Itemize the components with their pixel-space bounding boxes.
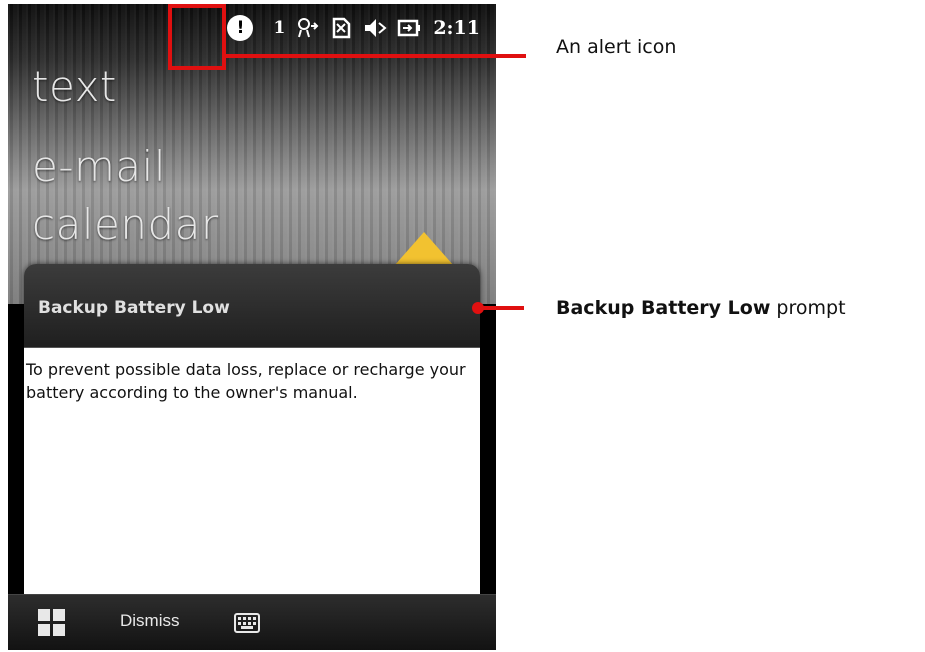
notification-title: Backup Battery Low	[24, 264, 480, 348]
menu-item-text[interactable]: text	[32, 62, 117, 111]
windows-start-icon[interactable]	[38, 609, 66, 637]
alert-callout: An alert icon	[556, 36, 677, 58]
keyboard-icon[interactable]	[234, 613, 260, 633]
soft-key-bar: Dismiss	[8, 594, 496, 650]
clock: 2:11	[433, 17, 480, 39]
prompt-callout-line	[480, 306, 524, 310]
menu-item-email[interactable]: e-mail	[32, 142, 166, 191]
dismiss-button[interactable]: Dismiss	[120, 611, 180, 631]
prompt-callout-suffix: prompt	[770, 297, 846, 319]
star-decoration	[394, 232, 454, 266]
prompt-callout-bold: Backup Battery Low	[556, 297, 771, 319]
alert-icon[interactable]: !	[227, 15, 254, 41]
menu-item-calendar[interactable]: calendar	[32, 200, 219, 249]
speaker-muted-icon[interactable]	[363, 16, 387, 40]
no-sim-icon[interactable]	[329, 16, 353, 40]
prompt-callout: Backup Battery Low prompt	[556, 297, 846, 319]
notification-count: 1	[273, 18, 286, 38]
battery-charging-icon[interactable]	[397, 16, 421, 40]
alert-highlight-box	[168, 4, 226, 70]
alert-callout-line	[226, 54, 526, 58]
phone-screen: ! 1 2:11 text e-mail calendar Backup Bat…	[8, 4, 496, 650]
prompt-callout-dot	[472, 302, 484, 314]
notification-card: Backup Battery Low To prevent possible d…	[24, 264, 480, 594]
notification-message: To prevent possible data loss, replace o…	[24, 348, 480, 594]
connectivity-icon[interactable]	[295, 16, 319, 40]
status-bar: ! 1 2:11	[8, 4, 496, 52]
